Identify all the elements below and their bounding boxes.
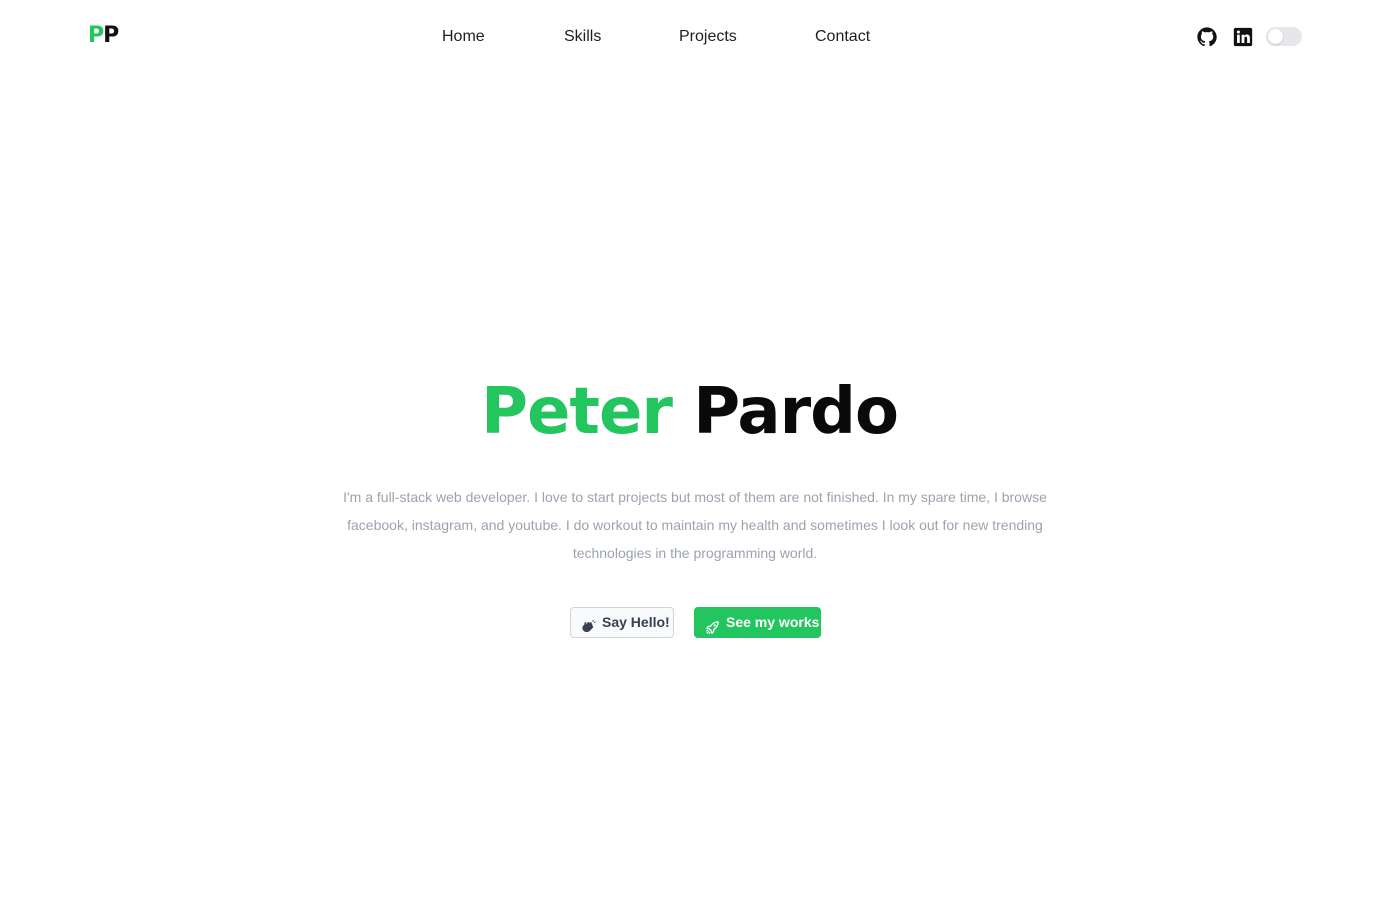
nav-contact[interactable]: Contact <box>815 26 870 48</box>
main-nav: Home Skills Projects Contact <box>0 26 1379 48</box>
hero-description: I'm a full-stack web developer. I love t… <box>343 489 1047 561</box>
hero-name: Peter Pardo <box>0 372 1379 452</box>
clapping-hands-icon <box>581 615 596 633</box>
theme-toggle-knob <box>1268 29 1283 44</box>
hero-first-name: Peter <box>481 375 673 449</box>
theme-toggle[interactable] <box>1266 27 1302 46</box>
rocket-icon <box>705 615 720 635</box>
github-icon[interactable] <box>1196 26 1218 48</box>
say-hello-label: Say Hello! <box>602 614 670 630</box>
see-my-works-button[interactable]: See my works <box>694 607 821 638</box>
hero-last-name: Pardo <box>693 375 899 449</box>
say-hello-button[interactable]: Say Hello! <box>570 607 674 638</box>
linkedin-icon[interactable] <box>1232 26 1254 48</box>
site-header: PP Home Skills Projects Contact <box>0 0 1379 72</box>
nav-home[interactable]: Home <box>442 26 485 48</box>
nav-skills[interactable]: Skills <box>564 26 601 48</box>
portfolio-page: PP Home Skills Projects Contact Peter Pa… <box>0 0 1379 910</box>
see-my-works-label: See my works <box>726 614 820 630</box>
nav-projects[interactable]: Projects <box>679 26 737 48</box>
